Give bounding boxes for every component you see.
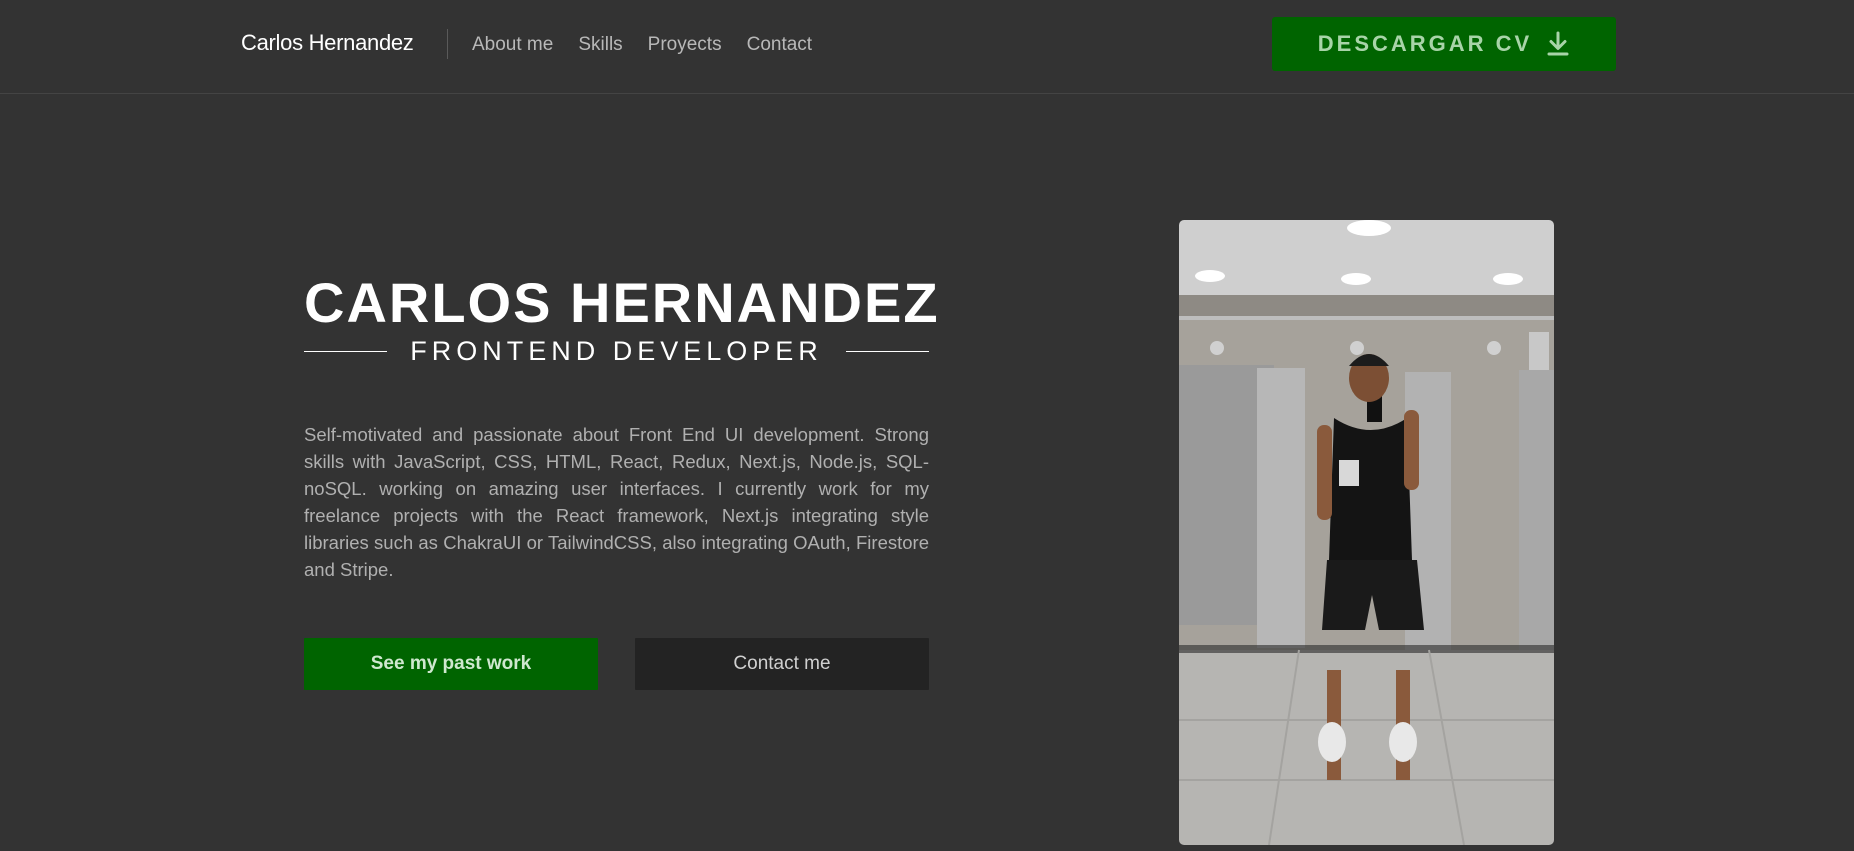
hero-description: Self-motivated and passionate about Fron… <box>304 424 929 580</box>
top-navbar: Carlos Hernandez About me Skills Proyect… <box>0 0 1854 94</box>
profile-photo <box>1179 220 1554 845</box>
nav-link-skills[interactable]: Skills <box>578 34 622 56</box>
hero-role: FRONTEND DEVELOPER <box>410 335 823 366</box>
brand-divider <box>447 29 448 59</box>
contact-me-button[interactable]: Contact me <box>635 638 929 690</box>
download-cv-label: DESCARGAR CV <box>1317 31 1533 56</box>
nav-link-about[interactable]: About me <box>472 34 553 56</box>
nav-link-contact[interactable]: Contact <box>747 34 812 56</box>
download-cv-button[interactable]: DESCARGAR CV <box>1272 17 1616 71</box>
nav-link-proyects[interactable]: Proyects <box>648 34 722 56</box>
main-nav: About me Skills Proyects Contact <box>472 34 812 56</box>
hero-role-row: FRONTEND DEVELOPER <box>304 333 929 369</box>
see-past-work-button[interactable]: See my past work <box>304 638 598 690</box>
download-icon <box>1546 31 1570 57</box>
role-right-line <box>846 350 929 352</box>
hero-name: CARLOS HERNANDEZ <box>304 271 940 334</box>
brand-name[interactable]: Carlos Hernandez <box>241 30 414 56</box>
role-left-line <box>304 350 387 352</box>
